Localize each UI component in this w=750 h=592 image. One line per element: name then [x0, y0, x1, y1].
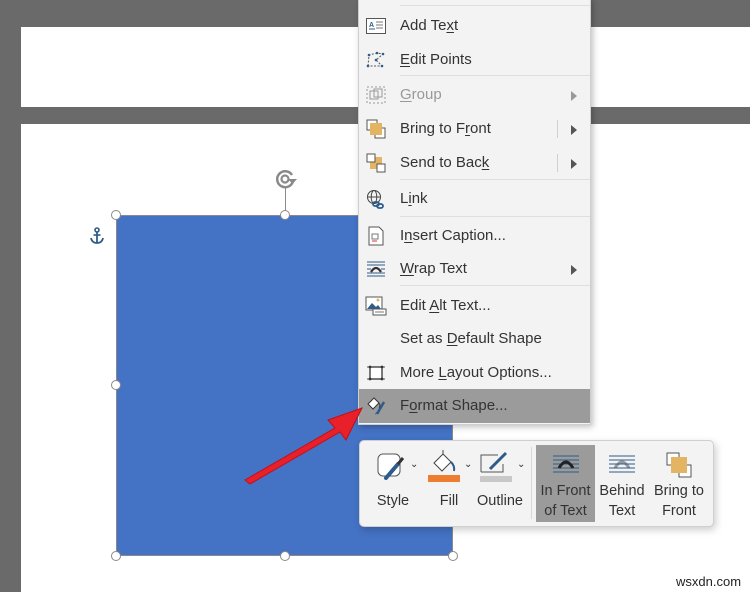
alt-text-icon: [365, 296, 387, 316]
menu-item-label: More Layout Options...: [400, 364, 552, 381]
resize-handle-bottom-center[interactable]: [280, 551, 290, 561]
bring-line1: Bring to: [654, 483, 704, 499]
submenu-arrow-icon: [571, 91, 577, 101]
menu-item-label: Bring to Front: [400, 120, 491, 137]
menu-item-group[interactable]: Group: [359, 78, 590, 112]
svg-text:A: A: [369, 22, 374, 29]
in-front-line1: In Front: [540, 483, 591, 499]
chevron-down-icon[interactable]: ⌄: [410, 459, 418, 470]
menu-item-set-default-shape[interactable]: Set as Default Shape: [359, 322, 590, 356]
menu-item-link[interactable]: Link: [359, 182, 590, 216]
menu-item-insert-caption[interactable]: Insert Caption...: [359, 219, 590, 253]
layout-options-icon: [367, 365, 385, 381]
fill-label: Fill: [439, 493, 459, 509]
bring-line2: Front: [662, 503, 696, 519]
menu-item-edit-points[interactable]: Edit Points: [359, 43, 590, 77]
menu-item-add-text[interactable]: A Add Text: [359, 9, 590, 43]
menu-separator: [400, 285, 590, 286]
link-icon: [367, 190, 384, 209]
menu-item-label: Insert Caption...: [400, 227, 506, 244]
behind-line2: Text: [608, 503, 636, 519]
menu-item-bring-to-front[interactable]: Bring to Front: [359, 112, 590, 146]
menu-item-label: Add Text: [400, 17, 459, 34]
menu-item-wrap-text[interactable]: Wrap Text: [359, 252, 590, 286]
bring-to-front-icon: [366, 119, 386, 139]
context-menu: A Add Text Edit Points Group Bring to Fr…: [358, 0, 591, 425]
menu-item-more-layout-options[interactable]: More Layout Options...: [359, 356, 590, 390]
behind-line1: Behind: [599, 483, 645, 499]
split-divider: [557, 120, 558, 138]
send-to-back-icon: [366, 153, 386, 173]
in-front-of-text-icon: [553, 455, 579, 473]
menu-item-label: Link: [400, 190, 428, 207]
chevron-down-icon[interactable]: ⌄: [517, 459, 525, 470]
outline-label: Outline: [477, 493, 523, 509]
in-front-of-text-button[interactable]: In Front of Text: [536, 445, 595, 522]
group-icon: [366, 86, 386, 104]
menu-item-label: Wrap Text: [400, 260, 467, 277]
submenu-arrow-icon: [571, 265, 577, 275]
menu-item-label: Send to Back: [400, 154, 490, 171]
menu-item-label: Set as Default Shape: [400, 330, 542, 347]
resize-handle-bottom-left[interactable]: [111, 551, 121, 561]
fill-color-swatch: [428, 475, 460, 482]
menu-item-label: Edit Alt Text...: [400, 297, 491, 314]
submenu-arrow-icon[interactable]: [571, 159, 577, 169]
edit-points-icon: [366, 51, 385, 68]
style-label: Style: [376, 493, 410, 509]
menu-separator: [400, 216, 590, 217]
outline-pen-icon: [480, 451, 512, 482]
insert-caption-icon: [368, 226, 384, 246]
menu-item-send-to-back[interactable]: Send to Back: [359, 146, 590, 180]
menu-separator: [400, 5, 590, 6]
resize-handle-top-center[interactable]: [280, 210, 290, 220]
resize-handle-middle-left[interactable]: [111, 380, 121, 390]
split-divider: [557, 154, 558, 172]
menu-separator: [400, 179, 590, 180]
menu-item-edit-alt-text[interactable]: Edit Alt Text...: [359, 289, 590, 323]
menu-item-format-shape[interactable]: Format Shape...: [359, 389, 590, 423]
fill-button[interactable]: ⌄ Fill: [422, 445, 476, 522]
format-shape-icon: [367, 397, 386, 415]
shape-style-icon: [377, 453, 405, 480]
submenu-arrow-icon[interactable]: [571, 125, 577, 135]
outline-color-swatch: [480, 476, 512, 482]
watermark: wsxdn.com: [676, 574, 742, 589]
bring-to-front-icon: [666, 452, 692, 478]
mini-toolbar: ⌄ Style ⌄ Fill ⌄ Outline In Front of Tex…: [359, 440, 714, 527]
resize-handle-top-left[interactable]: [111, 210, 121, 220]
menu-item-label: Format Shape...: [400, 397, 508, 414]
fill-bucket-icon: [428, 450, 460, 482]
behind-text-button[interactable]: Behind Text: [595, 445, 649, 522]
wrap-text-icon: [367, 261, 385, 277]
rotate-handle-icon[interactable]: [273, 166, 299, 192]
menu-item-label: Group: [400, 86, 442, 103]
menu-separator: [400, 75, 590, 76]
outline-button[interactable]: ⌄ Outline: [472, 445, 528, 522]
anchor-icon: [90, 227, 104, 244]
behind-text-icon: [609, 455, 635, 473]
bring-to-front-button[interactable]: Bring to Front: [649, 445, 709, 522]
toolbar-divider: [531, 447, 532, 519]
in-front-line2: of Text: [544, 503, 587, 519]
menu-item-label: Edit Points: [400, 51, 472, 68]
resize-handle-bottom-right[interactable]: [448, 551, 458, 561]
add-text-icon: A: [366, 18, 386, 34]
style-button[interactable]: ⌄ Style: [366, 445, 420, 522]
